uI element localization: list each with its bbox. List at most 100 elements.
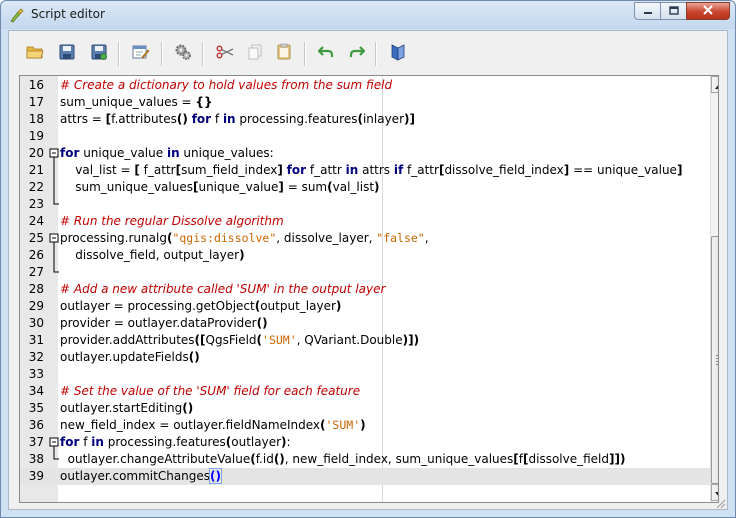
code-text: provider = outlayer.dataProvider(): [60, 315, 268, 332]
code-token: # Set the value of the 'SUM' field for e…: [60, 384, 361, 398]
code-text: outlayer.updateFields(): [60, 349, 200, 366]
line-number: 18: [28, 112, 44, 126]
code-token: (): [256, 316, 268, 330]
redo-button[interactable]: [346, 43, 368, 65]
code-token: provider.addAttributes: [60, 333, 195, 347]
code-line[interactable]: 24 # Run the regular Dissolve algorithm: [20, 213, 710, 230]
code-token: "false": [376, 231, 425, 245]
code-token: # Run the regular Dissolve algorithm: [60, 214, 284, 228]
line-number: 35: [28, 401, 44, 415]
code-token: # Create a dictionary to hold values fro…: [60, 78, 393, 92]
line-number: 22: [28, 180, 44, 194]
code-token: in: [345, 163, 359, 177]
edit-help-button[interactable]: [130, 43, 152, 65]
code-line[interactable]: 22 sum_unique_values[unique_value] = sum…: [20, 179, 710, 196]
code-line[interactable]: 20 for unique_value in unique_values:: [20, 145, 710, 162]
minimize-button[interactable]: [634, 2, 661, 20]
code-line[interactable]: 34 # Set the value of the 'SUM' field for…: [20, 383, 710, 400]
code-token: new_field_index = outlayer.fieldNameInde…: [60, 418, 321, 432]
line-number: 17: [28, 95, 44, 109]
code-token: provider = outlayer.dataProvider: [60, 316, 257, 330]
folder-open-icon: [26, 44, 44, 65]
close-button[interactable]: [686, 2, 730, 20]
scroll-up-button[interactable]: [711, 76, 718, 93]
code-token: processing.runalg: [60, 231, 167, 245]
toolbar-separator: [304, 42, 306, 66]
code-token: outlayer: [231, 435, 282, 449]
code-line[interactable]: 31 provider.addAttributes([QgsField('SUM'…: [20, 332, 710, 349]
line-number: 23: [28, 197, 44, 211]
code-line[interactable]: 36 new_field_index = outlayer.fieldNameIn…: [20, 417, 710, 434]
code-line[interactable]: 29 outlayer = processing.getObject(output…: [20, 298, 710, 315]
code-line[interactable]: 25 processing.runalg("qgis:dissolve", dis…: [20, 230, 710, 247]
code-line[interactable]: 23: [20, 196, 710, 213]
code-token: ): [239, 248, 245, 262]
code-token: f: [211, 112, 223, 126]
undo-button[interactable]: [315, 43, 337, 65]
title-bar[interactable]: Script editor: [1, 1, 735, 29]
code-line[interactable]: 28 # Add a new attribute called 'SUM' in …: [20, 281, 710, 298]
open-script-button[interactable]: [24, 43, 46, 65]
line-number: 21: [28, 163, 44, 177]
code-editor[interactable]: 16 # Create a dictionary to hold values f…: [19, 75, 719, 503]
line-number: 31: [28, 333, 44, 347]
code-token: f_attr: [403, 163, 439, 177]
paste-button[interactable]: [273, 43, 295, 65]
code-line[interactable]: 26 dissolve_field, output_layer): [20, 247, 710, 264]
code-token: outlayer.commitChanges: [60, 469, 211, 483]
vertical-scrollbar[interactable]: [710, 76, 718, 502]
scroll-thumb[interactable]: [711, 236, 718, 484]
code-line[interactable]: 19: [20, 128, 710, 145]
edit-help-icon: [132, 44, 150, 65]
code-token: sum_unique_values =: [60, 95, 196, 109]
code-token: ]: [676, 163, 683, 177]
code-text: # Add a new attribute called 'SUM' in th…: [60, 281, 385, 298]
code-line[interactable]: 27: [20, 264, 710, 281]
line-number: 34: [28, 384, 44, 398]
redo-icon: [349, 45, 366, 64]
copy-icon: [248, 44, 262, 65]
code-line[interactable]: 35 outlayer.startEditing(): [20, 400, 710, 417]
code-line[interactable]: 18 attrs = [f.attributes() for f in proce…: [20, 111, 710, 128]
code-token: for: [60, 146, 80, 160]
code-text: # Set the value of the 'SUM' field for e…: [60, 383, 360, 400]
code-line[interactable]: 21 val_list = [ f_attr[sum_field_index] …: [20, 162, 710, 179]
code-token: "qgis:dissolve": [172, 231, 277, 245]
code-line[interactable]: 16 # Create a dictionary to hold values f…: [20, 77, 710, 94]
code-line[interactable]: 30 provider = outlayer.dataProvider(): [20, 315, 710, 332]
code-token: unique_value: [198, 180, 279, 194]
code-line[interactable]: 37 for f in processing.features(outlayer)…: [20, 434, 710, 451]
increase-font-button[interactable]: [387, 43, 409, 65]
undo-icon: [317, 45, 334, 64]
code-text: outlayer.commitChanges(): [60, 468, 222, 485]
code-line[interactable]: 39 outlayer.commitChanges(): [20, 468, 710, 485]
toolbar-separator: [202, 42, 204, 66]
code-line[interactable]: 38 outlayer.changeAttributeValue(f.id(),…: [20, 451, 710, 468]
code-token: in: [222, 112, 236, 126]
code-line[interactable]: 17 sum_unique_values = {}: [20, 94, 710, 111]
save-script-button[interactable]: [56, 43, 78, 65]
resize-grip-icon[interactable]: [714, 496, 726, 509]
run-algorithm-button[interactable]: [172, 43, 194, 65]
code-line[interactable]: 32 outlayer.updateFields(): [20, 349, 710, 366]
code-token: ,: [424, 231, 429, 245]
code-text: outlayer = processing.getObject(output_l…: [60, 298, 341, 315]
line-number: 32: [28, 350, 44, 364]
code-token: # Add a new attribute called 'SUM' in th…: [60, 282, 386, 296]
save-icon: [59, 44, 75, 65]
maximize-button[interactable]: [660, 2, 687, 20]
line-number: 38: [28, 452, 44, 466]
code-token: (): [188, 350, 200, 364]
line-number: 30: [28, 316, 44, 330]
code-token: ]]): [609, 452, 626, 466]
code-text: processing.runalg("qgis:dissolve", disso…: [60, 230, 429, 247]
gears-icon: [174, 43, 192, 66]
copy-button[interactable]: [244, 43, 266, 65]
code-line[interactable]: 33: [20, 366, 710, 383]
code-token: in: [166, 146, 180, 160]
code-token: == unique_value: [569, 163, 677, 177]
save-as-button[interactable]: [88, 43, 110, 65]
cut-button[interactable]: [214, 43, 236, 65]
code-token: unique_values:: [179, 146, 274, 160]
window-controls: [634, 2, 730, 20]
